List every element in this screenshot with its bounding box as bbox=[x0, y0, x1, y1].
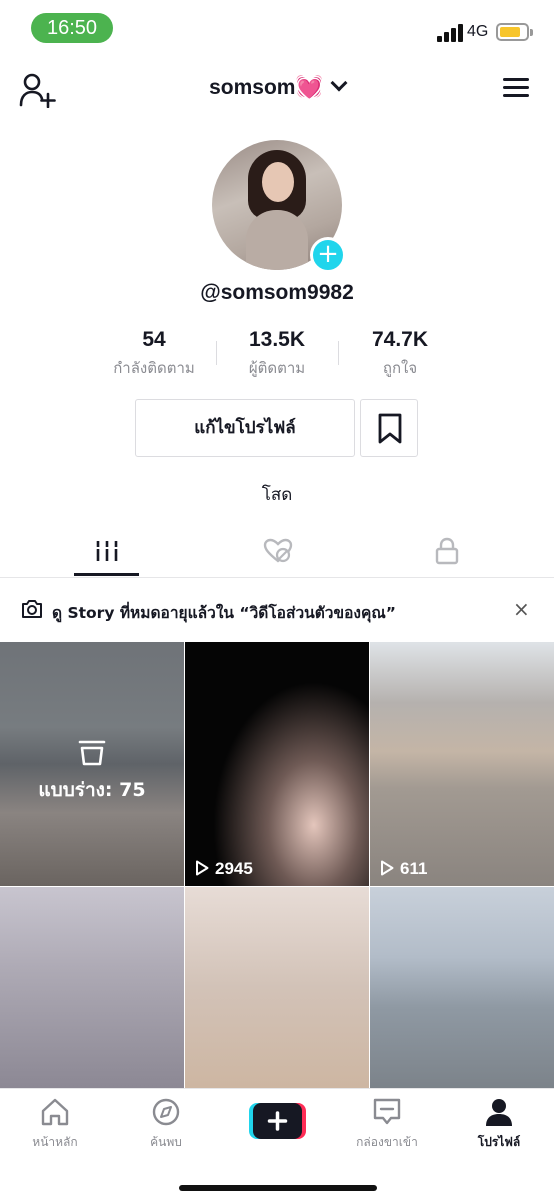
camera-clock-icon bbox=[22, 600, 42, 618]
create-video-button[interactable] bbox=[249, 1103, 306, 1139]
status-time: 16:50 bbox=[31, 13, 113, 43]
home-icon bbox=[41, 1098, 69, 1126]
view-count-value: 611 bbox=[400, 859, 428, 878]
edit-profile-button[interactable]: แก้ไขโปรไฟล์ bbox=[135, 399, 355, 457]
followers-count: 13.5K bbox=[248, 328, 306, 351]
heart-emoji: 💓 bbox=[295, 74, 323, 99]
view-count: 611 bbox=[380, 859, 427, 879]
profile-bio: โสด bbox=[261, 485, 293, 505]
divider bbox=[338, 341, 339, 365]
likes-label: ถูกใจ bbox=[382, 359, 418, 377]
bottom-nav: หน้าหลัก ค้นพบ กล่องขาเข้า โปรไฟล์ bbox=[0, 1088, 554, 1200]
nav-inbox-label: กล่องขาเข้า bbox=[356, 1135, 418, 1149]
video-tile[interactable] bbox=[0, 887, 184, 1088]
play-icon bbox=[381, 860, 394, 876]
battery-icon bbox=[496, 23, 529, 41]
nav-profile-label: โปรไฟล์ bbox=[477, 1135, 521, 1149]
nav-home[interactable]: หน้าหลัก bbox=[5, 1097, 105, 1152]
story-notice-banner[interactable]: ดู Story ที่หมดอายุแล้วใน “วิดีโอส่วนตัว… bbox=[0, 590, 554, 632]
bookmark-button[interactable] bbox=[360, 399, 418, 457]
account-switcher[interactable]: somsom💓 bbox=[0, 74, 554, 100]
followers-label: ผู้ติดตาม bbox=[248, 359, 306, 377]
lock-icon bbox=[435, 537, 459, 565]
grid-icon bbox=[95, 541, 119, 561]
add-story-plus-icon[interactable]: + bbox=[310, 237, 346, 273]
stat-followers[interactable]: 13.5K ผู้ติดตาม bbox=[217, 328, 337, 380]
liked-hidden-icon bbox=[263, 538, 293, 563]
stat-following[interactable]: 54 กำลังติดตาม bbox=[94, 328, 214, 380]
menu-icon[interactable] bbox=[503, 78, 529, 98]
close-icon[interactable]: × bbox=[513, 597, 530, 621]
notice-text: ดู Story ที่หมดอายุแล้วใน “วิดีโอส่วนตัว… bbox=[52, 604, 396, 622]
signal-icon bbox=[437, 24, 463, 42]
video-tile[interactable] bbox=[370, 887, 554, 1088]
video-tile[interactable] bbox=[185, 887, 369, 1088]
username-title: somsom bbox=[209, 76, 296, 99]
stat-likes[interactable]: 74.7K ถูกใจ bbox=[340, 328, 460, 380]
tab-liked[interactable] bbox=[185, 525, 369, 577]
active-tab-indicator bbox=[74, 573, 139, 576]
view-count: 2945 bbox=[195, 859, 253, 879]
network-type: 4G bbox=[467, 23, 489, 40]
tab-videos[interactable] bbox=[15, 525, 199, 577]
following-label: กำลังติดตาม bbox=[113, 359, 195, 377]
status-bar: 16:50 4G bbox=[0, 0, 554, 58]
home-indicator bbox=[179, 1185, 377, 1191]
profile-header: somsom💓 bbox=[0, 60, 554, 118]
video-tile[interactable]: 611 bbox=[370, 642, 554, 886]
chevron-down-icon bbox=[330, 74, 348, 92]
nav-home-label: หน้าหลัก bbox=[32, 1135, 78, 1149]
video-grid: แบบร่าง: 75 2945 611 bbox=[0, 642, 554, 1088]
nav-discover-label: ค้นพบ bbox=[150, 1135, 182, 1149]
nav-inbox[interactable]: กล่องขาเข้า bbox=[337, 1097, 437, 1152]
bookmark-icon bbox=[378, 413, 402, 444]
compass-icon bbox=[152, 1098, 180, 1126]
nav-profile[interactable]: โปรไฟล์ bbox=[449, 1097, 549, 1152]
following-count: 54 bbox=[142, 328, 166, 351]
profile-handle: @somsom9982 bbox=[200, 281, 354, 304]
video-tile[interactable]: 2945 bbox=[185, 642, 369, 886]
nav-discover[interactable]: ค้นพบ bbox=[116, 1097, 216, 1152]
profile-icon bbox=[486, 1099, 512, 1126]
tab-private[interactable] bbox=[355, 525, 539, 577]
drafts-box-icon bbox=[78, 740, 106, 766]
likes-count: 74.7K bbox=[371, 328, 429, 351]
drafts-count-label: แบบร่าง: 75 bbox=[38, 779, 146, 801]
play-icon bbox=[196, 860, 209, 876]
view-count-value: 2945 bbox=[215, 859, 253, 878]
content-tabs bbox=[0, 525, 554, 578]
inbox-icon bbox=[373, 1098, 401, 1125]
video-tile-drafts[interactable]: แบบร่าง: 75 bbox=[0, 642, 184, 886]
